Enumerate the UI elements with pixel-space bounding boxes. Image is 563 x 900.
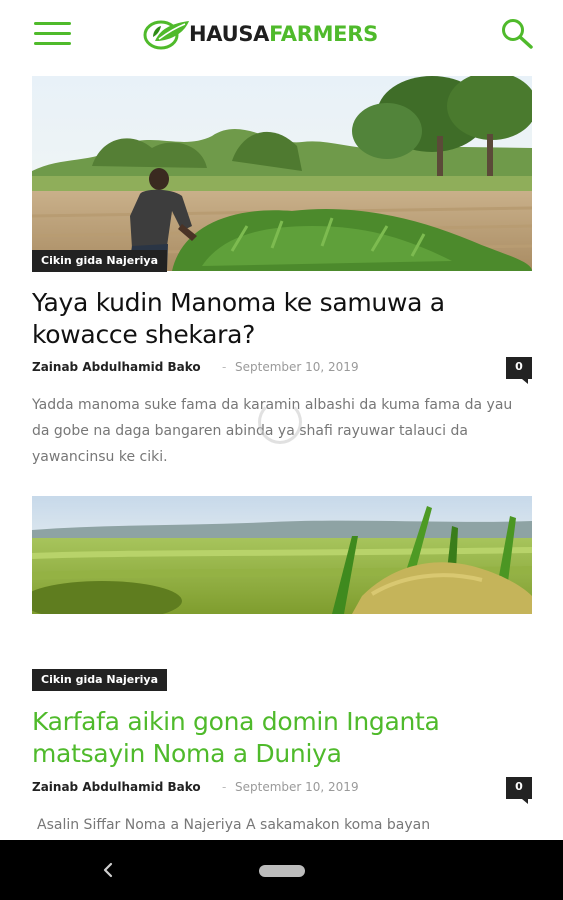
back-chevron-icon[interactable] xyxy=(96,857,122,883)
article-image-rice-field[interactable] xyxy=(32,496,532,614)
comment-count-badge[interactable]: 0 xyxy=(506,777,532,804)
article-meta: Zainab Abdulhamid Bako - September 10, 2… xyxy=(32,357,532,384)
article-image-farmer[interactable] xyxy=(32,76,532,271)
logo-hausa: HAUSA xyxy=(189,22,270,46)
top-app-bar: HAUSAFARMERS xyxy=(0,0,563,66)
author-name[interactable]: Zainab Abdulhamid Bako xyxy=(32,780,201,794)
home-pill-icon[interactable] xyxy=(259,865,305,877)
article-excerpt: Asalin Siffar Noma a Najeriya A sakamako… xyxy=(37,817,431,833)
comment-count-badge[interactable]: 0 xyxy=(506,357,532,384)
article-meta: Zainab Abdulhamid Bako - September 10, 2… xyxy=(32,777,532,804)
leaf-logo-icon xyxy=(143,20,189,50)
article-title[interactable]: Karfafa aikin gona domin Inganta matsayi… xyxy=(32,706,537,770)
meta-separator: - xyxy=(222,780,227,794)
category-badge[interactable]: Cikin gida Najeriya xyxy=(32,669,168,691)
hamburger-menu-icon[interactable] xyxy=(34,22,72,46)
site-logo[interactable]: HAUSAFARMERS xyxy=(141,16,378,52)
meta-separator: - xyxy=(222,360,227,374)
category-badge[interactable]: Cikin gida Najeriya xyxy=(32,250,168,272)
article-title[interactable]: Yaya kudin Manoma ke samuwa a kowacce sh… xyxy=(32,287,537,351)
loading-spinner-icon xyxy=(258,400,302,444)
logo-farmers: FARMERS xyxy=(269,22,378,46)
publish-date: September 10, 2019 xyxy=(235,780,359,794)
publish-date: September 10, 2019 xyxy=(235,360,359,374)
author-name[interactable]: Zainab Abdulhamid Bako xyxy=(32,360,201,374)
logo-wordmark: HAUSAFARMERS xyxy=(189,22,378,46)
search-icon[interactable] xyxy=(500,17,534,49)
